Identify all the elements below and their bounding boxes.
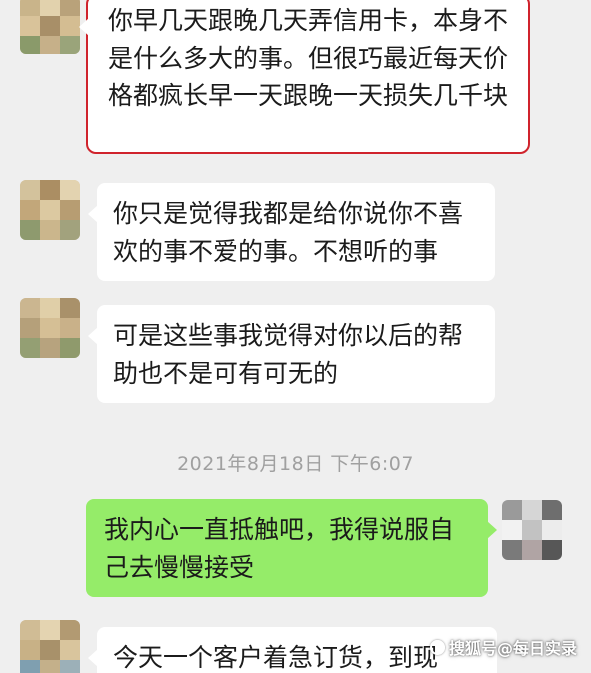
message-text: 今天一个客户着急订货，到现 xyxy=(113,643,439,672)
user-avatar[interactable] xyxy=(502,500,562,560)
message-bubble-2[interactable]: 你只是觉得我都是给你说你不喜欢的事不爱的事。不想听的事 xyxy=(88,183,495,281)
message-text: 你只是觉得我都是给你说你不喜欢的事不爱的事。不想听的事 xyxy=(113,199,464,266)
contact-avatar[interactable] xyxy=(20,0,80,54)
source-watermark: 搜狐号@每日实录 xyxy=(429,635,577,659)
message-bubble-3[interactable]: 可是这些事我觉得对你以后的帮助也不是可有可无的 xyxy=(88,305,495,403)
contact-avatar[interactable] xyxy=(20,298,80,358)
message-bubble-1[interactable]: 你早几天跟晚几天弄信用卡，本身不是什么多大的事。但很巧最近每天价格都疯长早一天跟… xyxy=(79,0,530,154)
message-text: 你早几天跟晚几天弄信用卡，本身不是什么多大的事。但很巧最近每天价格都疯长早一天跟… xyxy=(108,6,509,110)
watermark-logo-icon xyxy=(429,639,445,655)
message-text: 我内心一直抵触吧，我得说服自己去慢慢接受 xyxy=(104,515,455,582)
contact-avatar[interactable] xyxy=(20,180,80,240)
message-bubble-4[interactable]: 我内心一直抵触吧，我得说服自己去慢慢接受 xyxy=(86,499,497,597)
chat-screen: 你早几天跟晚几天弄信用卡，本身不是什么多大的事。但很巧最近每天价格都疯长早一天跟… xyxy=(0,0,591,673)
contact-avatar[interactable] xyxy=(20,620,80,673)
message-text: 可是这些事我觉得对你以后的帮助也不是可有可无的 xyxy=(113,321,464,388)
chat-timestamp: 2021年8月18日 下午6:07 xyxy=(177,453,414,475)
watermark-text: 搜狐号@每日实录 xyxy=(448,639,577,658)
